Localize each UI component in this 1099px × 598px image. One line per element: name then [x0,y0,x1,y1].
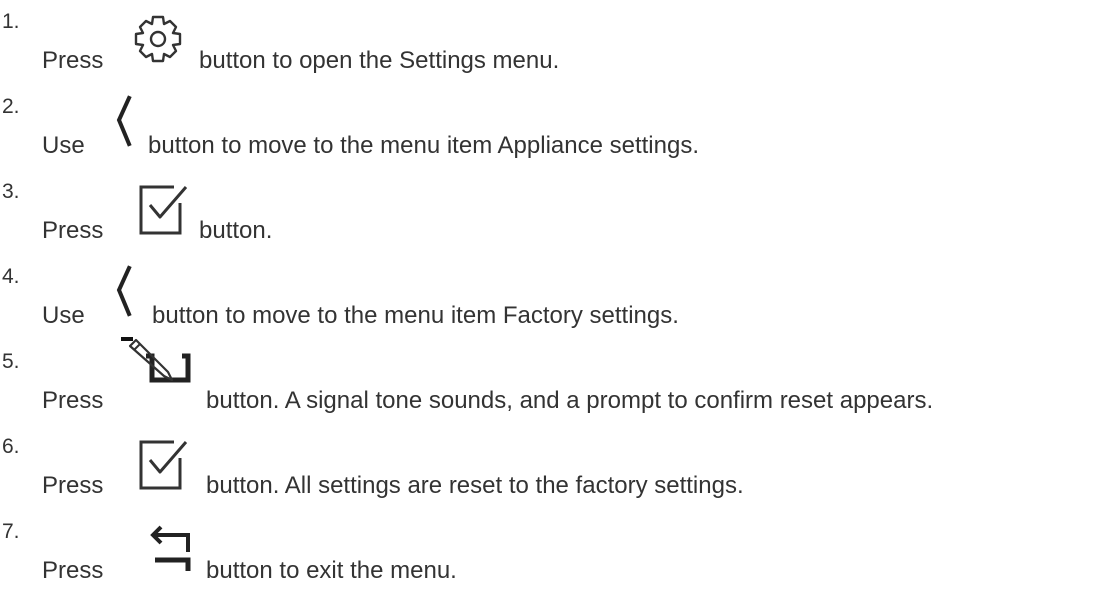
instruction-step: 2. Use button to move to the menu item A… [0,85,1099,170]
step-verb: Press [42,217,104,244]
step-text: button to exit the menu. [206,557,457,584]
edit-pencil-box-icon [118,332,194,412]
step-text: button. [199,217,273,244]
step-verb: Press [42,557,104,584]
instruction-step: 4. Use button to move to the menu item F… [0,255,1099,340]
step-verb: Press [42,387,104,414]
step-number: 3. [2,180,20,203]
chevron-left-icon [112,94,136,154]
step-number: 7. [2,520,20,543]
step-text: button to move to the menu item Factory … [152,302,679,329]
instruction-step: 1. Press button to open the Settings men… [0,0,1099,85]
step-number: 6. [2,435,20,458]
step-text: button. A signal tone sounds, and a prom… [206,387,934,414]
instruction-step: 7. Press button to exit the menu. [0,510,1099,595]
checkbox-check-icon [136,436,192,492]
instruction-step: 3. Press button. [0,170,1099,255]
step-text: button. All settings are reset to the fa… [206,472,744,499]
chevron-left-icon [112,264,136,324]
checkbox-check-icon [136,181,192,237]
instruction-step: 6. Press button. All settings are reset … [0,425,1099,510]
back-arrow-icon [150,524,196,584]
step-verb: Use [42,132,85,159]
step-number: 4. [2,265,20,288]
step-number: 1. [2,10,20,33]
instruction-step: 5. Press button. A signal tone sounds, a… [0,337,1099,425]
step-text: button to open the Settings menu. [199,47,560,74]
step-number: 2. [2,95,20,118]
gear-icon [131,12,185,66]
step-text: button to move to the menu item Applianc… [148,132,699,159]
step-verb: Use [42,302,85,329]
step-verb: Press [42,472,104,499]
step-number: 5. [2,350,20,373]
step-verb: Press [42,47,104,74]
